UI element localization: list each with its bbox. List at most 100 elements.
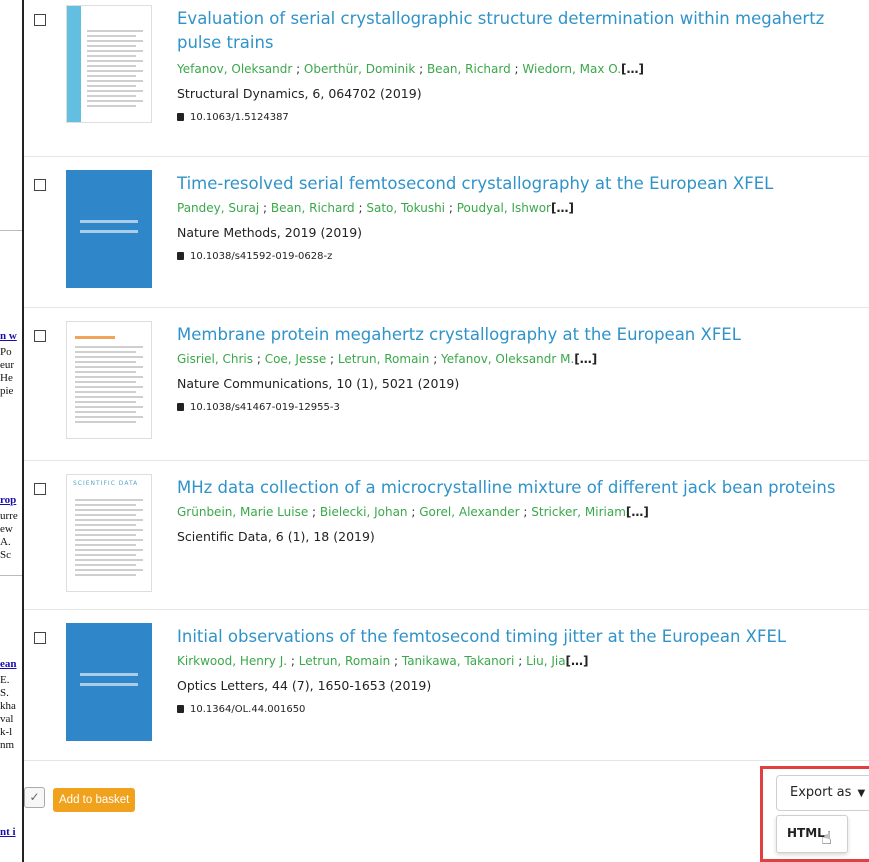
author-link[interactable]: Kirkwood, Henry J.: [177, 654, 287, 668]
thumbnail-text-line: [75, 529, 143, 531]
author-link[interactable]: Tanikawa, Takanori: [402, 654, 515, 668]
export-as-button[interactable]: Export as ▼: [776, 775, 869, 811]
author-link[interactable]: Bielecki, Johan: [320, 505, 408, 519]
author-link[interactable]: Pandey, Suraj: [177, 201, 259, 215]
author-link[interactable]: Grünbein, Marie Luise: [177, 505, 308, 519]
select-all-checkbox[interactable]: ✓: [24, 787, 45, 808]
author-separator: ;: [326, 352, 338, 366]
caret-down-icon: ▼: [857, 788, 866, 799]
thumbnail-text-line: [75, 411, 136, 413]
thumbnail-text-line: [75, 519, 143, 521]
thumbnail-text-line: [75, 406, 143, 408]
more-authors-link[interactable]: […]: [621, 62, 644, 76]
result-item: Membrane protein megahertz crystallograp…: [24, 308, 869, 461]
publication-thumbnail[interactable]: [66, 170, 152, 288]
result-item: Time-resolved serial femtosecond crystal…: [24, 157, 869, 308]
author-separator: ;: [292, 62, 304, 76]
book-icon: [177, 113, 184, 121]
background-text-fragment: S.: [0, 687, 9, 699]
export-as-label: Export as: [790, 785, 852, 800]
background-link-fragment[interactable]: n w: [0, 330, 17, 343]
background-text-fragment: ew: [0, 523, 13, 535]
author-link[interactable]: Sato, Tokushi: [366, 201, 445, 215]
author-link[interactable]: Letrun, Romain: [299, 654, 390, 668]
result-doi[interactable]: 10.1038/s41592-019-0628-z: [177, 251, 332, 262]
thumbnail-text-line: [87, 45, 136, 47]
thumbnail-text-line: [75, 509, 143, 511]
background-text-fragment: A.: [0, 536, 11, 548]
thumbnail-text-line: [75, 421, 136, 423]
publication-thumbnail[interactable]: [66, 623, 152, 741]
author-separator: ;: [253, 352, 265, 366]
thumbnail-text-line: [75, 574, 136, 576]
result-checkbox[interactable]: [34, 179, 46, 191]
author-separator: ;: [415, 62, 427, 76]
book-icon: [177, 403, 184, 411]
thumbnail-text-line: [75, 564, 136, 566]
author-link[interactable]: Oberthür, Dominik: [304, 62, 415, 76]
thumbnail-text-line: [75, 514, 136, 516]
author-link[interactable]: Gisriel, Chris: [177, 352, 253, 366]
background-link-fragment[interactable]: nt i: [0, 826, 16, 839]
background-text-fragment: Po: [0, 346, 12, 358]
author-link[interactable]: Yefanov, Oleksandr M.: [441, 352, 574, 366]
thumbnail-text-line: [87, 80, 143, 82]
author-link[interactable]: Gorel, Alexander: [419, 505, 519, 519]
author-separator: ;: [390, 654, 402, 668]
thumbnail-text-line: [75, 524, 136, 526]
background-text-fragment: k-l: [0, 726, 13, 738]
export-dropdown-menu: HTML ☝: [776, 815, 848, 853]
result-doi[interactable]: 10.1063/1.5124387: [177, 112, 289, 123]
result-title-link[interactable]: Initial observations of the femtosecond …: [177, 625, 867, 649]
result-checkbox[interactable]: [34, 632, 46, 644]
result-item: Initial observations of the femtosecond …: [24, 610, 869, 761]
export-option-html[interactable]: HTML: [787, 826, 825, 840]
author-link[interactable]: Liu, Jia: [526, 654, 565, 668]
doi-text: 10.1038/s41592-019-0628-z: [190, 251, 333, 262]
thumbnail-text-line: [87, 35, 136, 37]
result-journal: Optics Letters, 44 (7), 1650-1653 (2019): [177, 678, 432, 693]
thumbnail-text-line: [75, 401, 136, 403]
more-authors-link[interactable]: […]: [551, 201, 574, 215]
background-divider: [0, 575, 22, 576]
author-link[interactable]: Coe, Jesse: [265, 352, 327, 366]
thumbnail-text-line: [87, 100, 143, 102]
publication-thumbnail[interactable]: [66, 5, 152, 123]
thumbnail-accent: [75, 336, 115, 339]
author-link[interactable]: Stricker, Miriam: [531, 505, 626, 519]
result-journal: Nature Methods, 2019 (2019): [177, 225, 363, 240]
author-link[interactable]: Wiedorn, Max O.: [522, 62, 621, 76]
more-authors-link[interactable]: […]: [574, 352, 597, 366]
result-doi[interactable]: 10.1364/OL.44.001650: [177, 704, 305, 715]
more-authors-link[interactable]: […]: [626, 505, 649, 519]
background-text-fragment: nm: [0, 739, 15, 751]
result-title-link[interactable]: Time-resolved serial femtosecond crystal…: [177, 172, 867, 196]
author-separator: ;: [354, 201, 367, 215]
thumbnail-text-line: [87, 60, 143, 62]
add-to-basket-button[interactable]: Add to basket: [53, 788, 136, 812]
author-link[interactable]: Yefanov, Oleksandr: [177, 62, 292, 76]
author-separator: ;: [308, 505, 320, 519]
result-doi[interactable]: 10.1038/s41467-019-12955-3: [177, 402, 340, 413]
book-icon: [177, 252, 184, 260]
thumbnail-placeholder-bar: [80, 673, 138, 676]
publication-thumbnail[interactable]: [66, 321, 152, 439]
background-link-fragment[interactable]: rop: [0, 494, 16, 507]
result-item: Evaluation of serial crystallographic st…: [24, 0, 869, 157]
result-checkbox[interactable]: [34, 14, 46, 26]
author-link[interactable]: Letrun, Romain: [338, 352, 429, 366]
result-title-link[interactable]: Membrane protein megahertz crystallograp…: [177, 323, 867, 347]
result-checkbox[interactable]: [34, 483, 46, 495]
result-title-link[interactable]: MHz data collection of a microcrystallin…: [177, 476, 867, 500]
result-journal: Nature Communications, 10 (1), 5021 (201…: [177, 376, 460, 391]
result-checkbox[interactable]: [34, 330, 46, 342]
background-link-fragment[interactable]: ean: [0, 658, 17, 671]
result-title-link[interactable]: Evaluation of serial crystallographic st…: [177, 7, 867, 55]
publication-thumbnail[interactable]: SCIENTIFIC DATA: [66, 474, 152, 592]
more-authors-link[interactable]: […]: [566, 654, 589, 668]
thumbnail-journal-title: SCIENTIFIC DATA: [73, 480, 139, 487]
author-link[interactable]: Poudyal, Ishwor: [457, 201, 551, 215]
author-link[interactable]: Bean, Richard: [427, 62, 511, 76]
thumbnail-text-line: [75, 366, 143, 368]
author-link[interactable]: Bean, Richard: [271, 201, 355, 215]
